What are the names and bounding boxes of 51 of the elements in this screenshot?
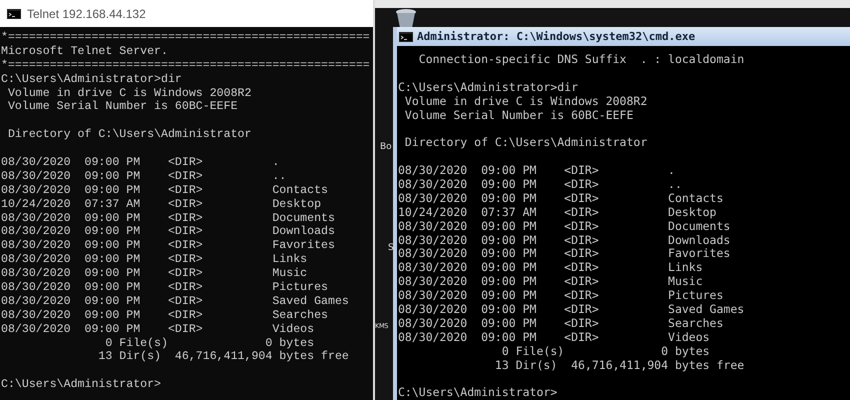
terminal-line: 08/30/2020 09:00 PM <DIR> Videos xyxy=(1,322,314,337)
console-icon xyxy=(399,32,413,42)
terminal-line: 08/30/2020 09:00 PM <DIR> Saved Games xyxy=(398,303,744,317)
terminal-line: 08/30/2020 09:00 PM <DIR> .. xyxy=(1,170,286,184)
terminal-line: Directory of C:\Users\Administrator xyxy=(6,128,252,142)
terminal-line: 0 File(s) 0 bytes xyxy=(104,336,314,350)
terminal-line: 10/24/2020 07:37 AM <DIR> Desktop xyxy=(1,198,322,212)
terminal-line: 08/30/2020 09:00 PM <DIR> Saved Games xyxy=(1,294,349,309)
terminal-line: C:\Users\Administrator>dir xyxy=(398,80,578,95)
terminal-line: Volume in drive C is Windows 2008R2 xyxy=(6,86,252,100)
terminal-line: *==================================================== xyxy=(1,58,370,73)
terminal-line: 08/30/2020 09:00 PM <DIR> Contacts xyxy=(1,184,328,198)
terminal-line: C:\Users\Administrator> xyxy=(1,378,162,392)
terminal-line: 08/30/2020 09:00 PM <DIR> Music xyxy=(398,275,703,290)
terminal-line: 08/30/2020 09:00 PM <DIR> Favorites xyxy=(398,247,730,262)
trash-icon xyxy=(395,8,417,28)
terminal-line: 08/30/2020 09:00 PM <DIR> Downloads xyxy=(1,225,335,240)
terminal-line: 08/30/2020 09:00 PM <DIR> Links xyxy=(398,261,703,276)
window-title: Administrator: C:\Windows\system32\cmd.exe xyxy=(417,30,696,43)
terminal-line: 08/30/2020 09:00 PM <DIR> .. xyxy=(398,178,682,192)
terminal-line: 10/24/2020 07:37 AM <DIR> Desktop xyxy=(398,206,716,220)
terminal-line: 08/30/2020 09:00 PM <DIR> Contacts xyxy=(398,192,724,206)
terminal-line: Microsoft Telnet Server. xyxy=(1,44,168,59)
desktop-icon-label[interactable]: S xyxy=(388,243,394,253)
terminal-line: Directory of C:\Users\Administrator xyxy=(404,136,648,150)
terminal-line: 08/30/2020 09:00 PM <DIR> Links xyxy=(1,253,308,268)
terminal-line: 08/30/2020 09:00 PM <DIR> Music xyxy=(1,267,308,282)
terminal-line: 08/30/2020 09:00 PM <DIR> Videos xyxy=(398,330,710,345)
terminal-line: 0 File(s) 0 bytes xyxy=(500,344,710,359)
terminal-line: C:\Users\Administrator> xyxy=(398,386,558,400)
console-icon xyxy=(7,8,21,18)
terminal-line: 08/30/2020 09:00 PM <DIR> Pictures xyxy=(1,281,328,295)
terminal-line: 08/30/2020 09:00 PM <DIR> Searches xyxy=(1,308,328,323)
terminal-line: 08/30/2020 09:00 PM <DIR> Searches xyxy=(398,316,724,331)
terminal-line: 08/30/2020 09:00 PM <DIR> Pictures xyxy=(398,289,724,304)
window-title: Telnet 192.168.44.132 xyxy=(27,6,146,20)
terminal-line: Connection-specific DNS Suffix . : localdomain xyxy=(418,53,744,67)
terminal-line: *==================================================== xyxy=(1,31,370,45)
terminal-line: 08/30/2020 09:00 PM <DIR> Downloads xyxy=(398,234,730,248)
terminal-line: 08/30/2020 09:00 PM <DIR> . xyxy=(398,164,675,178)
terminal-line: C:\Users\Administrator>dir xyxy=(1,72,182,87)
terminal-line: 08/30/2020 09:00 PM <DIR> Documents xyxy=(1,212,335,226)
terminal-line: Volume in drive C is Windows 2008R2 xyxy=(404,94,648,109)
terminal-line: 08/30/2020 09:00 PM <DIR> Documents xyxy=(398,220,730,234)
terminal-line: Volume Serial Number is 60BC-EEFE xyxy=(404,108,634,122)
terminal-line: 08/30/2020 09:00 PM <DIR> Favorites xyxy=(1,239,335,254)
terminal-line: Volume Serial Number is 60BC-EEFE xyxy=(6,100,238,114)
terminal-line: 13 Dir(s) 46,716,411,904 bytes free xyxy=(494,358,744,372)
desktop-icon-label[interactable]: Bo xyxy=(380,142,392,152)
terminal-line: 08/30/2020 09:00 PM <DIR> . xyxy=(1,156,280,170)
terminal-line: 13 Dir(s) 46,716,411,904 bytes free xyxy=(97,350,349,364)
